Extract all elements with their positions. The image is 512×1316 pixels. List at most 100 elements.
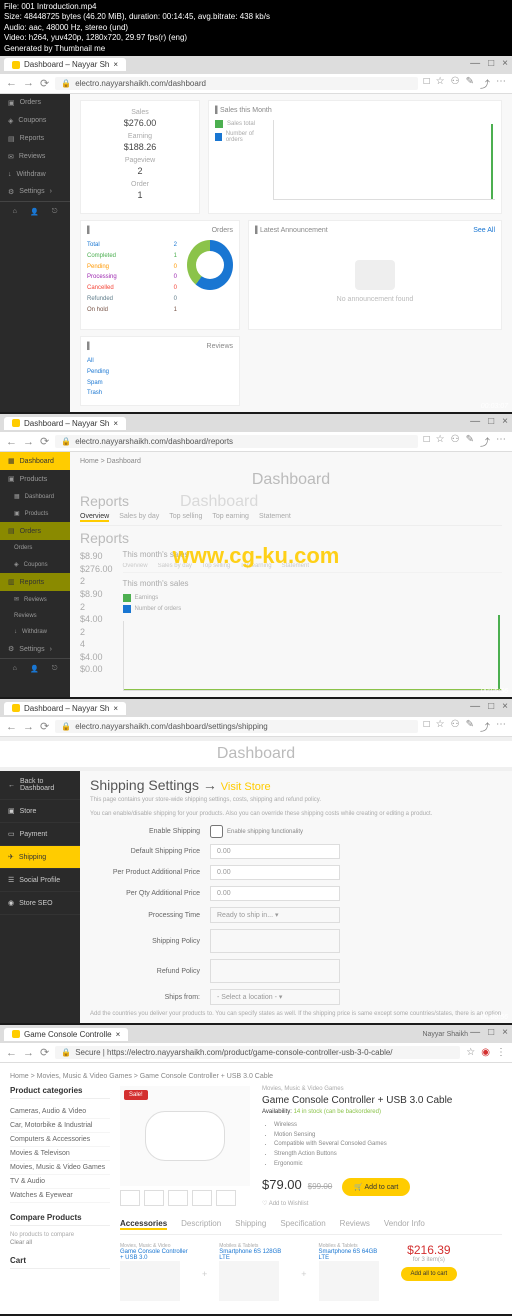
tab-overview[interactable]: Overview [80,513,109,522]
bookmark-icon[interactable]: □ [424,719,430,734]
thumb[interactable] [168,1190,188,1206]
home-icon[interactable]: ⌂ [13,208,17,216]
people-icon[interactable]: ⚇ [451,434,460,449]
enable-checkbox[interactable] [210,825,223,838]
clear-all[interactable]: Clear all [10,1240,110,1246]
address-bar[interactable]: 🔒electro.nayyarshaikh.com/dashboard/repo… [55,435,417,448]
minimize-icon[interactable]: — [470,58,480,69]
tab-sales-day[interactable]: Sales by day [119,513,159,522]
people-icon[interactable]: ⚇ [451,76,460,91]
close-icon[interactable]: × [502,416,508,427]
maximize-icon[interactable]: □ [488,58,494,69]
thumb[interactable] [120,1190,140,1206]
cat-item[interactable]: Cameras, Audio & Video [10,1105,110,1119]
tab-top-earning[interactable]: Top earning [212,513,249,522]
forward-button[interactable]: → [23,721,34,733]
thumb[interactable] [192,1190,212,1206]
sidebar-reviews2[interactable]: Reviews [0,608,70,624]
people-icon[interactable]: ⚇ [451,719,460,734]
refresh-button[interactable]: ⟳ [40,720,49,733]
cat-item[interactable]: Computers & Accessories [10,1133,110,1147]
back-button[interactable]: ← [6,721,17,733]
sidebar-products[interactable]: ▣ Products [0,470,70,488]
wishlist-link[interactable]: ♡ Add to Wishlist [262,1200,452,1207]
cat-item[interactable]: Watches & Eyewear [10,1189,110,1203]
back-button[interactable]: ← [6,77,17,89]
default-input[interactable] [210,844,340,859]
browser-tab[interactable]: Game Console Controlle× [4,1028,128,1041]
bookmark-icon[interactable]: □ [424,76,430,91]
maximize-icon[interactable]: □ [488,416,494,427]
ships-select[interactable]: - Select a location - ▾ [210,989,340,1005]
cat-item[interactable]: Car, Motorbike & Industrial [10,1119,110,1133]
perprod-input[interactable] [210,865,340,880]
close-tab-icon[interactable]: × [113,419,118,428]
maximize-icon[interactable]: □ [488,1027,494,1038]
accessory-item[interactable]: Mobiles & TabletsSmartphone 6S 64GB LTE [319,1243,389,1304]
maximize-icon[interactable]: □ [488,701,494,712]
sidebar-settings[interactable]: ⚙ Settings › [0,183,70,201]
user-icon[interactable]: 👤 [30,208,39,216]
tab-reviews[interactable]: Reviews [340,1219,370,1230]
forward-button[interactable]: → [23,436,34,448]
add-all-button[interactable]: Add all to cart [401,1267,458,1281]
settings-shipping[interactable]: ✈ Shipping [0,846,80,869]
menu-icon[interactable]: ⋯ [496,719,506,734]
sidebar-reports[interactable]: ▤ Reports [0,130,70,148]
ref-pol-input[interactable] [210,959,340,983]
sidebar-withdraw[interactable]: ↓ Withdraw [0,166,70,183]
thumb[interactable] [144,1190,164,1206]
minimize-icon[interactable]: — [470,701,480,712]
share-icon[interactable]: ⤴ [480,76,490,91]
product-image[interactable]: Sale! [120,1086,250,1186]
sidebar-orders-sub[interactable]: Orders [0,540,70,556]
sidebar-settings[interactable]: ⚙ Settings › [0,640,70,658]
tab-statement[interactable]: Statement [259,513,291,522]
share-icon[interactable]: ⤴ [480,719,490,734]
proc-select[interactable]: Ready to ship in... ▾ [210,907,340,923]
sidebar-products-sub[interactable]: ▣ Products [0,505,70,522]
logout-icon[interactable]: ⎋ [52,208,58,216]
sidebar-reviews[interactable]: ✉ Reviews [0,148,70,166]
note-icon[interactable]: ✎ [466,76,474,91]
close-icon[interactable]: × [502,1027,508,1038]
settings-social[interactable]: ☰ Social Profile [0,869,80,892]
star-icon[interactable]: ☆ [436,76,445,91]
minimize-icon[interactable]: — [470,416,480,427]
menu-icon[interactable]: ⋮ [496,1047,506,1058]
ext-icon[interactable]: ◉ [481,1047,490,1058]
star-icon[interactable]: ☆ [466,1047,475,1058]
settings-seo[interactable]: ◉ Store SEO [0,892,80,915]
sidebar-orders[interactable]: ▤ Orders [0,522,70,540]
note-icon[interactable]: ✎ [466,434,474,449]
sidebar-reviews[interactable]: ✉ Reviews [0,591,70,608]
close-tab-icon[interactable]: × [113,704,118,713]
accessory-item[interactable]: Mobiles & TabletsSmartphone 6S 128GB LTE [219,1243,289,1304]
cat-item[interactable]: TV & Audio [10,1175,110,1189]
back-button[interactable]: ← [6,1047,17,1059]
bookmark-icon[interactable]: □ [424,434,430,449]
tab-description[interactable]: Description [181,1219,221,1230]
home-icon[interactable]: ⌂ [13,665,17,673]
close-icon[interactable]: × [502,58,508,69]
forward-button[interactable]: → [23,77,34,89]
close-icon[interactable]: × [502,701,508,712]
sidebar-coupons[interactable]: ◈ Coupons [0,112,70,130]
sidebar-coupons[interactable]: ◈ Coupons [0,556,70,573]
sidebar-orders[interactable]: ▣ Orders [0,94,70,112]
minimize-icon[interactable]: — [470,1027,480,1038]
back-dashboard[interactable]: ← Back to Dashboard [0,771,80,800]
sidebar-withdraw[interactable]: ↓ Withdraw [0,624,70,640]
menu-icon[interactable]: ⋯ [496,434,506,449]
close-tab-icon[interactable]: × [113,60,118,69]
accessory-item[interactable]: Movies, Music & VideoGame Console Contro… [120,1243,190,1304]
refresh-button[interactable]: ⟳ [40,1046,49,1059]
close-tab-icon[interactable]: × [116,1030,121,1039]
browser-tab[interactable]: Dashboard – Nayyar Sh× [4,58,126,71]
sidebar-reports[interactable]: ▥ Reports [0,573,70,591]
browser-tab[interactable]: Dashboard – Nayyar Sh× [4,417,126,430]
product-category[interactable]: Movies, Music & Video Games [262,1086,452,1092]
address-bar[interactable]: 🔒Secure | https://electro.nayyarshaikh.c… [55,1046,460,1059]
share-icon[interactable]: ⤴ [480,434,490,449]
address-bar[interactable]: 🔒electro.nayyarshaikh.com/dashboard [55,77,417,90]
